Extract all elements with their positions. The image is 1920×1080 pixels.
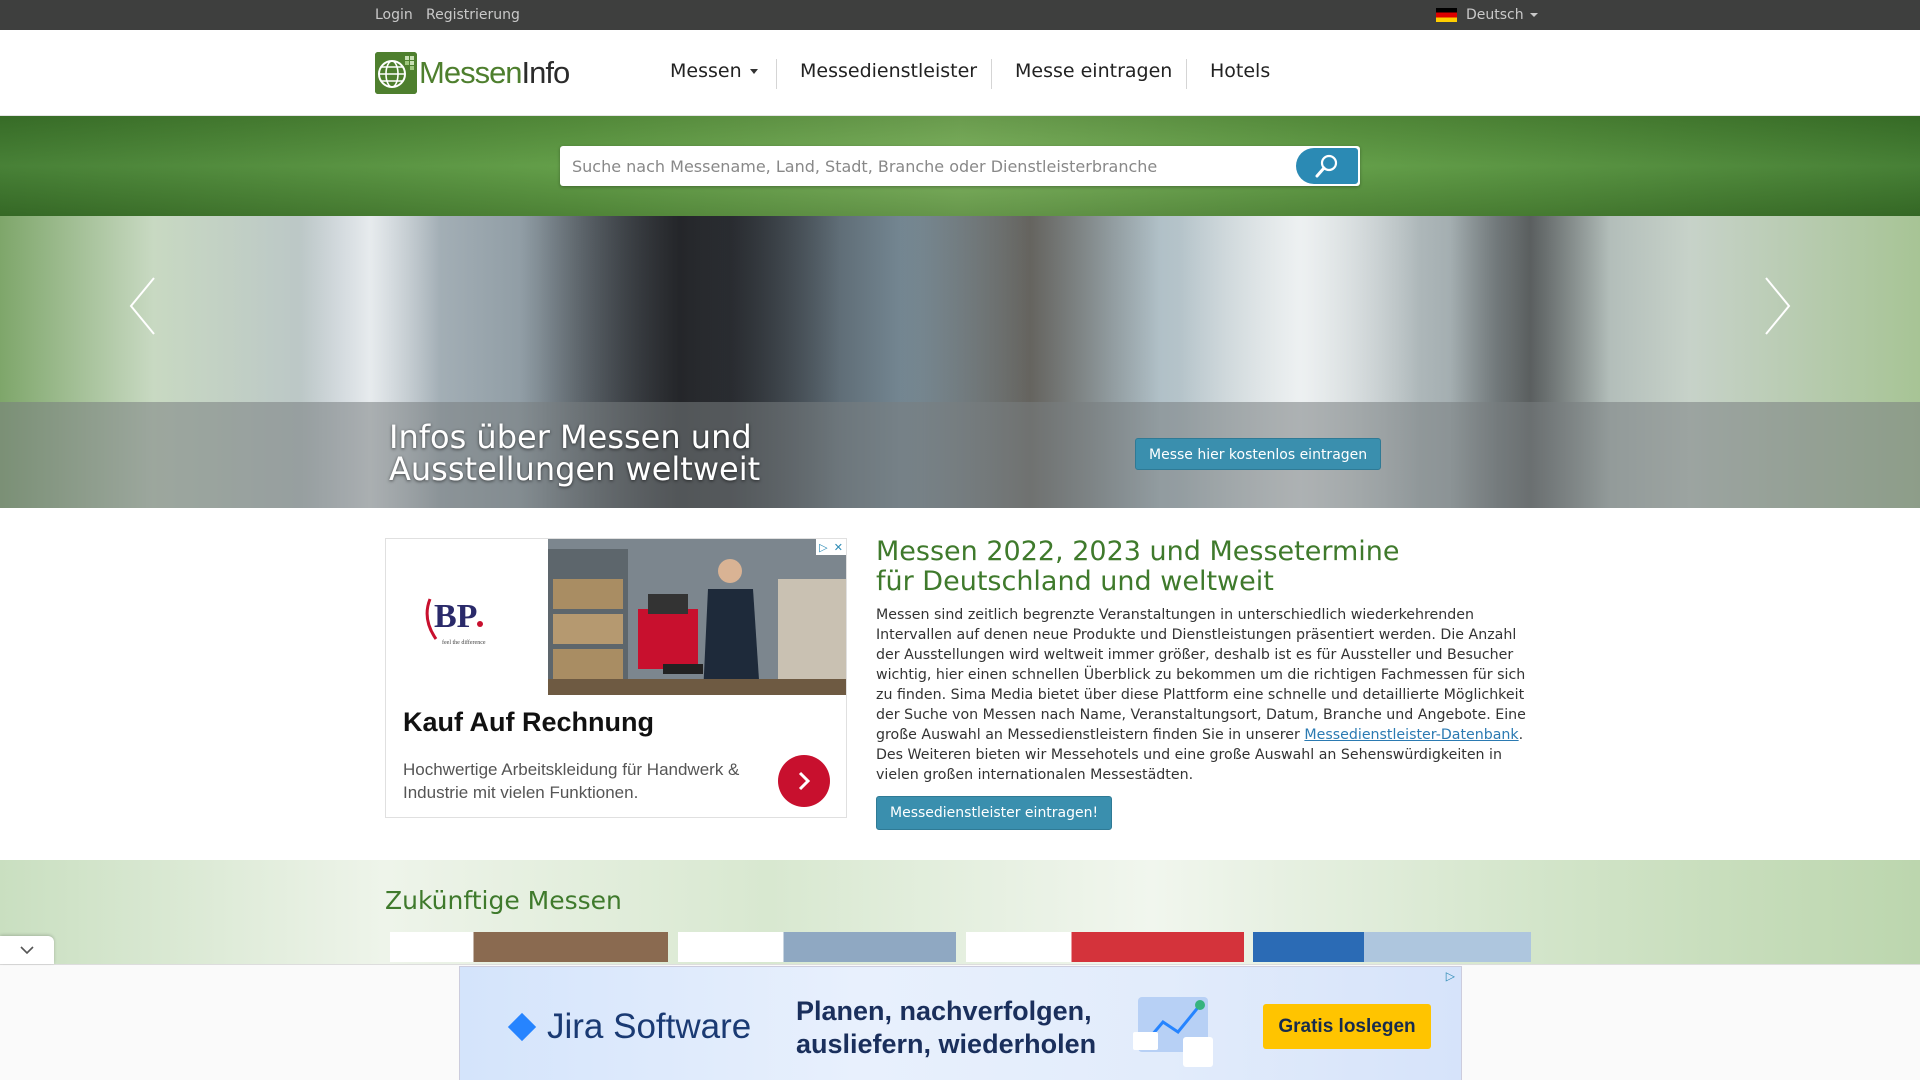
hero-carousel bbox=[0, 216, 1920, 508]
nav-messen[interactable]: Messen bbox=[670, 60, 758, 82]
intro-text: Messen sind zeitlich begrenzte Veranstal… bbox=[876, 605, 1531, 785]
nav-divider bbox=[776, 59, 777, 89]
ad-brand-logo: BP feel the difference bbox=[420, 589, 500, 646]
free-start-button[interactable]: Gratis loslegen bbox=[1263, 1004, 1431, 1049]
fair-card[interactable] bbox=[678, 932, 956, 962]
ad-image bbox=[548, 539, 846, 695]
globe-logo-icon bbox=[375, 52, 417, 94]
login-link[interactable]: Login bbox=[375, 7, 413, 23]
add-service-provider-button[interactable]: Messedienstleister eintragen! bbox=[876, 796, 1113, 830]
jira-brand-text: Jira Software bbox=[547, 1007, 752, 1046]
search-band bbox=[0, 116, 1920, 216]
fair-card[interactable] bbox=[390, 932, 668, 962]
jira-diamond-icon bbox=[507, 1012, 537, 1042]
bottom-advertisement[interactable]: Jira Software Planen, nachverfolgen, aus… bbox=[459, 966, 1462, 1080]
advertisement[interactable]: BP feel the difference ▷ ✕ Kauf Auf Rechn… bbox=[385, 538, 847, 818]
collapse-ad-button[interactable] bbox=[0, 936, 54, 964]
hero-caption-panel bbox=[0, 402, 1920, 508]
ad-choices-icon[interactable]: ▷ bbox=[1446, 969, 1455, 983]
language-label: Deutsch bbox=[1466, 7, 1524, 23]
ad-go-button[interactable] bbox=[778, 755, 830, 807]
bottom-ad-banner: Jira Software Planen, nachverfolgen, aus… bbox=[0, 964, 1920, 1080]
search-icon bbox=[1315, 154, 1338, 178]
fair-card[interactable] bbox=[1253, 932, 1531, 962]
caret-down-icon bbox=[1529, 13, 1538, 17]
caret-down-icon bbox=[749, 68, 758, 74]
fair-card[interactable] bbox=[966, 932, 1244, 962]
german-flag-icon bbox=[1436, 8, 1457, 22]
nav-divider bbox=[1186, 59, 1187, 89]
top-bar: Login Registrierung Deutsch bbox=[0, 0, 1920, 30]
carousel-prev-icon[interactable] bbox=[128, 276, 158, 336]
ad-choices-icon[interactable]: ▷ ✕ bbox=[816, 539, 846, 555]
search-input[interactable] bbox=[560, 146, 1280, 186]
nav-hotels-label: Hotels bbox=[1210, 60, 1271, 82]
jira-illustration-icon bbox=[1133, 997, 1213, 1067]
svg-text:BP: BP bbox=[434, 598, 477, 635]
nav-hotels[interactable]: Hotels bbox=[1210, 60, 1270, 82]
jira-logo: Jira Software bbox=[505, 1007, 751, 1047]
ad-description: Hochwertige Arbeitskleidung für Handwerk… bbox=[403, 760, 740, 802]
page-title: Messen 2022, 2023 und Messetermine für D… bbox=[876, 536, 1400, 597]
service-provider-db-link[interactable]: Messedienstleister-Datenbank bbox=[1304, 727, 1518, 743]
nav-divider bbox=[991, 59, 992, 89]
logo-text: MessenInfo bbox=[419, 55, 570, 90]
chevron-right-icon bbox=[798, 771, 811, 791]
site-header: MessenInfo Messen Messedienstleister Mes… bbox=[0, 30, 1920, 116]
future-fairs-title: Zukünftige Messen bbox=[385, 886, 622, 915]
nav-messen-label: Messen bbox=[670, 60, 742, 82]
intro-text-part1: Messen sind zeitlich begrenzte Veranstal… bbox=[876, 607, 1526, 743]
site-logo[interactable]: MessenInfo bbox=[375, 52, 570, 94]
nav-messedienstleister-label: Messedienstleister bbox=[800, 60, 978, 82]
nav-messedienstleister[interactable]: Messedienstleister bbox=[800, 60, 977, 82]
chevron-down-icon bbox=[20, 946, 34, 955]
language-selector[interactable]: Deutsch bbox=[1436, 7, 1538, 23]
jira-slogan: Planen, nachverfolgen, ausliefern, wiede… bbox=[796, 996, 1097, 1059]
nav-messe-eintragen[interactable]: Messe eintragen bbox=[1015, 60, 1172, 82]
ad-title: Kauf Auf Rechnung bbox=[403, 707, 654, 737]
nav-messe-eintragen-label: Messe eintragen bbox=[1015, 60, 1173, 82]
search-box bbox=[560, 146, 1360, 186]
carousel-next-icon[interactable] bbox=[1762, 276, 1792, 336]
search-button[interactable] bbox=[1296, 148, 1358, 184]
register-link[interactable]: Registrierung bbox=[426, 7, 520, 23]
hero-title: Infos über Messen und Ausstellungen welt… bbox=[389, 418, 761, 488]
add-fair-free-button[interactable]: Messe hier kostenlos eintragen bbox=[1135, 438, 1382, 470]
